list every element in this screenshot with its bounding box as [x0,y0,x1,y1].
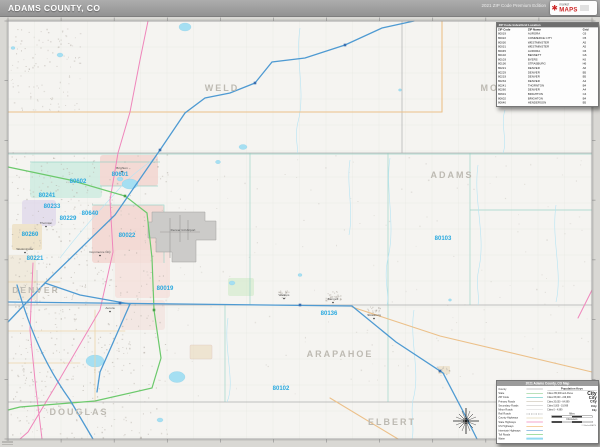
city-marker [332,302,334,304]
population-key-label: Cities 250,000 and Above [547,392,573,394]
legend-swatch-line [526,397,543,398]
population-key-row: Cities 0 - 4,999 City [547,408,596,412]
city-label: Thornton [40,221,53,225]
legend-item-label: State Highways [498,421,526,424]
county-label-douglas: DOUGLAS [50,407,109,417]
legend-item: Water [498,437,545,441]
city-label: Watkins [279,293,290,297]
legend-swatch-line [526,409,543,410]
zip-code-label: 80601 [112,172,129,178]
city-label: Aurora [105,306,115,310]
city-marker [373,318,375,320]
zip-code-label: 80102 [273,386,290,392]
zip-index-table: ZIP Code Index/Grid Location ZIP CodeZIP… [496,22,599,107]
zip-index-row: 80640HENDERSONB5 [497,100,598,104]
copyright-text: © MarketMAPS [547,424,596,426]
zip-code-label: 80136 [321,311,338,317]
zip-code-label: 80229 [60,216,77,222]
population-key-sample: City [591,404,597,407]
legend-swatch-line [526,393,543,394]
city-label: Westminster [16,247,33,251]
zip-code-label: 80602 [70,179,87,185]
city-label: Commerce City [89,250,111,254]
legend-swatch-line [526,430,543,431]
city-label: Brighton [116,166,128,170]
legend-swatch-line [526,434,543,435]
zip-index-grid: ZIP CodeZIP NameGrid 80019AURORAC680022C… [497,27,598,104]
map-legend: 2021 Adams County, CO Map CountyStateZIP… [496,380,599,444]
zip-code-label: 80019 [157,286,174,292]
legend-item-label: US Highways [498,425,526,428]
corner-watermark [2,441,13,446]
legend-swatch-line [526,422,543,423]
population-keys: Cities 250,000 and Above City Cities 65,00… [547,391,596,412]
population-key-sample: City [590,400,597,404]
county-label-weld: WELD [205,83,240,93]
city-marker [283,298,285,300]
logo-star-icon: ✱ [552,4,558,12]
city-marker [45,226,47,228]
zip-code-label: 80221 [27,256,44,262]
legend-swatch-line [526,401,543,402]
title-bar: ADAMS COUNTY, CO 2021 ZIP Code Premium E… [0,0,600,17]
legend-swatch-line [526,426,543,427]
logo-brand: MAPS [559,7,577,13]
zip-code-label: 80260 [22,232,39,238]
zip-code-label: 80640 [82,211,99,217]
population-key-label: Cities 0 - 4,999 [547,409,562,411]
legend-items: CountyStateZIP CodePrimary RoadsSecondar… [498,387,545,441]
county-label-adams: ADAMS [431,170,474,180]
legend-item-label: Rail Roads [498,412,526,415]
zip-code-cell: 80640 [497,100,527,104]
legend-swatch-line [526,418,543,419]
legend-swatch-fill [526,438,543,440]
legend-item-label: Minor Roads [498,408,526,411]
legend-item-label: Water [498,437,526,440]
county-label-arapahoe: ARAPAHOE [307,349,374,359]
zip-name-cell: HENDERSON [527,100,582,104]
legend-item-label: County [498,388,526,391]
population-key-label: Cities 20,000 - 64,999 [547,401,569,403]
legend-item-label: Primary Roads [498,400,526,403]
legend-swatch-dash [526,414,543,415]
legend-swatch-line [526,389,543,390]
kilometers-scale-bar [552,421,593,423]
city-marker [24,252,26,254]
population-key-label: Cities 5,000 - 19,999 [547,405,568,407]
county-label-elbert: ELBERT [368,417,416,427]
zip-code-label: 80022 [119,233,136,239]
legend-item-label: County Highways [498,416,526,419]
legend-item-label: State [498,392,526,395]
zip-code-label: 80103 [435,236,452,242]
legend-item-label: Interstate Highways [498,429,526,432]
legend-item-label: Secondary Roads [498,404,526,407]
publisher-logo: ✱ market MAPS [550,1,597,15]
city-label: Strasburg [367,313,381,317]
zip-code-label: 80241 [39,193,56,199]
page-title: ADAMS COUNTY, CO [8,3,100,13]
city-label: Bennett [328,297,339,301]
population-key-sample: City [592,409,597,412]
legend-item-label: Toll Roads [498,433,526,436]
county-label-denver: DENVER [12,285,59,295]
legend-swatch-line [526,405,543,406]
population-key-label: Cities 65,000 - 249,999 [547,396,570,398]
city-label: Denver Intl Airport [171,228,196,232]
zip-code-label: 80233 [44,204,61,210]
map-page: WELDMORGANADAMSDENVERARAPAHOEDOUGLASELBE… [0,0,600,447]
grid-cell: B5 [582,100,598,104]
city-marker [109,311,111,313]
edition-label: 2021 ZIP Code Premium Edition [436,3,546,12]
city-marker [99,255,101,257]
logo-detail-lines [580,6,589,11]
legend-item-label: ZIP Code [498,396,526,399]
